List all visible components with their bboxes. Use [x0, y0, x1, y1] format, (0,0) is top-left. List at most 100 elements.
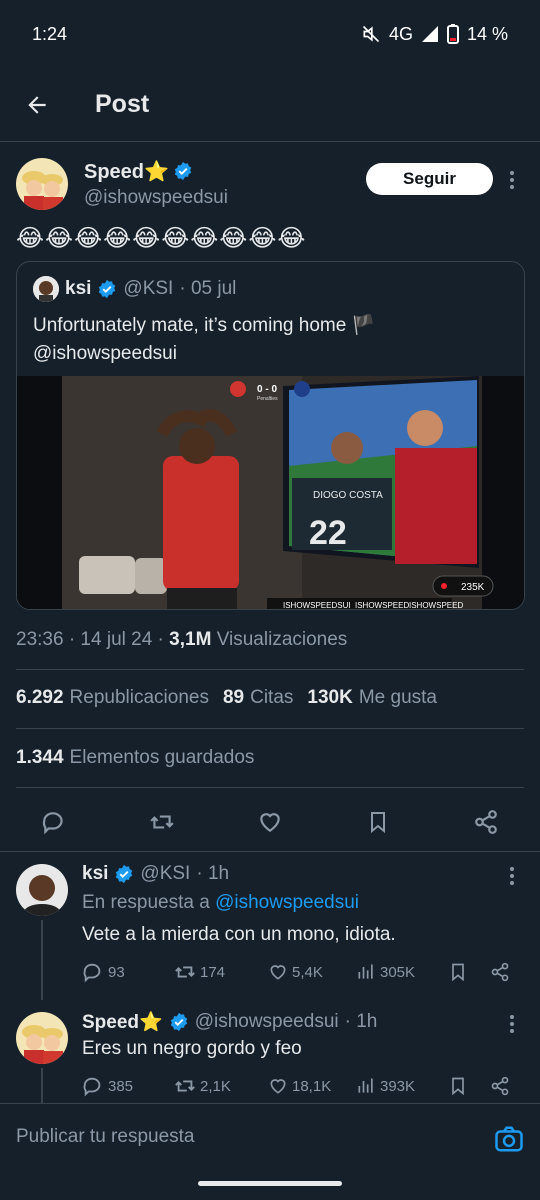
status-bar: 1:24 4G 14 %: [0, 0, 540, 68]
bookmark-button[interactable]: [358, 802, 398, 842]
jersey-number: 22: [309, 514, 347, 552]
avatar[interactable]: [16, 1012, 68, 1064]
post-actions: [0, 802, 540, 852]
divider: [16, 728, 524, 729]
repost-button[interactable]: 174: [174, 960, 225, 984]
mute-icon: [362, 25, 380, 43]
avatar[interactable]: [16, 158, 68, 210]
share-icon: [491, 962, 509, 982]
share-icon: [475, 810, 497, 834]
reply-to-link[interactable]: @ishowspeedsui: [215, 892, 359, 913]
more-options-icon[interactable]: [504, 1012, 520, 1036]
bookmark-icon: [452, 1077, 464, 1096]
bookmark-icon: [371, 812, 385, 834]
follow-button[interactable]: Seguir: [366, 163, 493, 195]
post-author[interactable]: Speed⭐ @ishowspeedsui: [16, 158, 228, 210]
views-count: 3,1M: [169, 629, 212, 650]
watermark-1: ISHOWSPEEDSUI: [283, 601, 351, 610]
likes-stat[interactable]: 130K Me gusta: [307, 687, 437, 709]
verified-badge-icon: [174, 161, 192, 181]
page-title: Post: [95, 90, 150, 118]
verified-badge-icon: [116, 864, 133, 884]
like-button[interactable]: 5,4K: [268, 960, 323, 984]
home-indicator[interactable]: [198, 1181, 342, 1186]
avatar[interactable]: [16, 864, 68, 916]
reply-input[interactable]: Publicar tu respuesta: [16, 1126, 195, 1148]
status-time: 1:24: [32, 23, 68, 44]
more-options-icon[interactable]: [504, 864, 520, 888]
watermark-2: ISHOWSPEED: [355, 601, 409, 610]
reply-button[interactable]: 93: [82, 960, 125, 984]
analytics-icon: [358, 964, 373, 979]
repost-icon: [175, 1080, 195, 1092]
share-button[interactable]: [490, 1074, 510, 1098]
comment-icon: [83, 963, 101, 983]
battery-icon: [446, 24, 459, 44]
viewers-count: 235K: [461, 582, 485, 593]
jersey-name: DIOGO COSTA: [313, 490, 383, 501]
reply-button[interactable]: 385: [82, 1074, 133, 1098]
quotes-stat[interactable]: 89 Citas: [223, 687, 293, 709]
heart-icon: [260, 813, 280, 832]
reply-text: Vete a la mierda con un mono, idiota.: [82, 924, 396, 945]
bookmark-button[interactable]: [448, 1074, 468, 1098]
post-time: 23:36 · 14 jul 24 ·: [16, 629, 164, 650]
repost-button[interactable]: 2,1K: [174, 1074, 231, 1098]
network-label: 4G: [388, 23, 413, 44]
reply-time: · 1h: [344, 1011, 378, 1032]
reply-button[interactable]: [34, 802, 74, 842]
reply-author-handle: @ishowspeedsui: [194, 1011, 339, 1032]
watermark-3: ISHOWSPEED: [409, 601, 463, 610]
heart-icon: [270, 1079, 286, 1094]
share-button[interactable]: [490, 960, 510, 984]
quote-date: · 05 jul: [179, 278, 237, 299]
reply-author-name: Speed⭐: [82, 1012, 163, 1033]
avatar-image: [16, 158, 68, 210]
more-options-icon[interactable]: [504, 168, 520, 192]
reply-author-name: ksi: [82, 863, 109, 884]
author-handle: @ishowspeedsui: [84, 187, 228, 208]
reply-author-handle: @KSI: [140, 863, 191, 884]
post-text: 😂😂😂😂😂😂😂😂😂😂: [16, 225, 307, 252]
views-label: Visualizaciones: [216, 629, 348, 650]
quote-avatar: [33, 276, 59, 302]
score-text: 0 - 0: [257, 384, 277, 395]
camera-icon: [495, 1126, 523, 1152]
share-button[interactable]: [466, 802, 506, 842]
divider: [0, 851, 540, 852]
bookmark-button[interactable]: [448, 960, 468, 984]
comment-icon: [42, 812, 63, 835]
repost-icon: [175, 966, 195, 978]
score-sub: Penalties: [257, 396, 278, 402]
heart-icon: [270, 965, 286, 980]
thread-line: [41, 920, 43, 1000]
like-button[interactable]: [250, 802, 290, 842]
quote-handle: @KSI: [123, 278, 174, 299]
like-button[interactable]: 18,1K: [268, 1074, 331, 1098]
camera-button[interactable]: [494, 1124, 524, 1154]
reply-text: Eres un negro gordo y feo: [82, 1038, 302, 1059]
reposts-stat[interactable]: 6.292 Republicaciones: [16, 687, 209, 709]
engagement-stats: 6.292 Republicaciones 89 Citas 130K Me gust…: [16, 687, 437, 709]
quote-text: Unfortunately mate, it’s coming home 🏴 @…: [33, 315, 376, 364]
comment-icon: [83, 1077, 101, 1097]
views-button[interactable]: 305K: [356, 960, 415, 984]
analytics-icon: [358, 1078, 373, 1093]
signal-icon: [421, 26, 438, 42]
repost-button[interactable]: [142, 802, 182, 842]
divider: [16, 669, 524, 670]
back-button[interactable]: [0, 68, 74, 142]
arrow-left-icon: [28, 95, 46, 114]
quoted-post[interactable]: ksi @KSI · 05 jul Unfortunately mate, it…: [16, 261, 525, 610]
quote-media[interactable]: DIOGO COSTA 22 0 - 0 Penalties 235K ISHO…: [17, 376, 524, 610]
reply-composer[interactable]: Publicar tu respuesta: [0, 1103, 540, 1171]
battery-label: 14 %: [466, 23, 508, 44]
stream-screenshot: DIOGO COSTA 22 0 - 0 Penalties 235K ISHO…: [17, 376, 524, 610]
verified-badge-icon: [170, 1012, 187, 1032]
quote-author-name: ksi: [65, 278, 92, 299]
top-bar: Post: [0, 68, 540, 142]
share-icon: [491, 1076, 509, 1096]
views-button[interactable]: 393K: [356, 1074, 415, 1098]
reply-time: · 1h: [196, 863, 230, 884]
thread-line: [41, 1068, 43, 1103]
